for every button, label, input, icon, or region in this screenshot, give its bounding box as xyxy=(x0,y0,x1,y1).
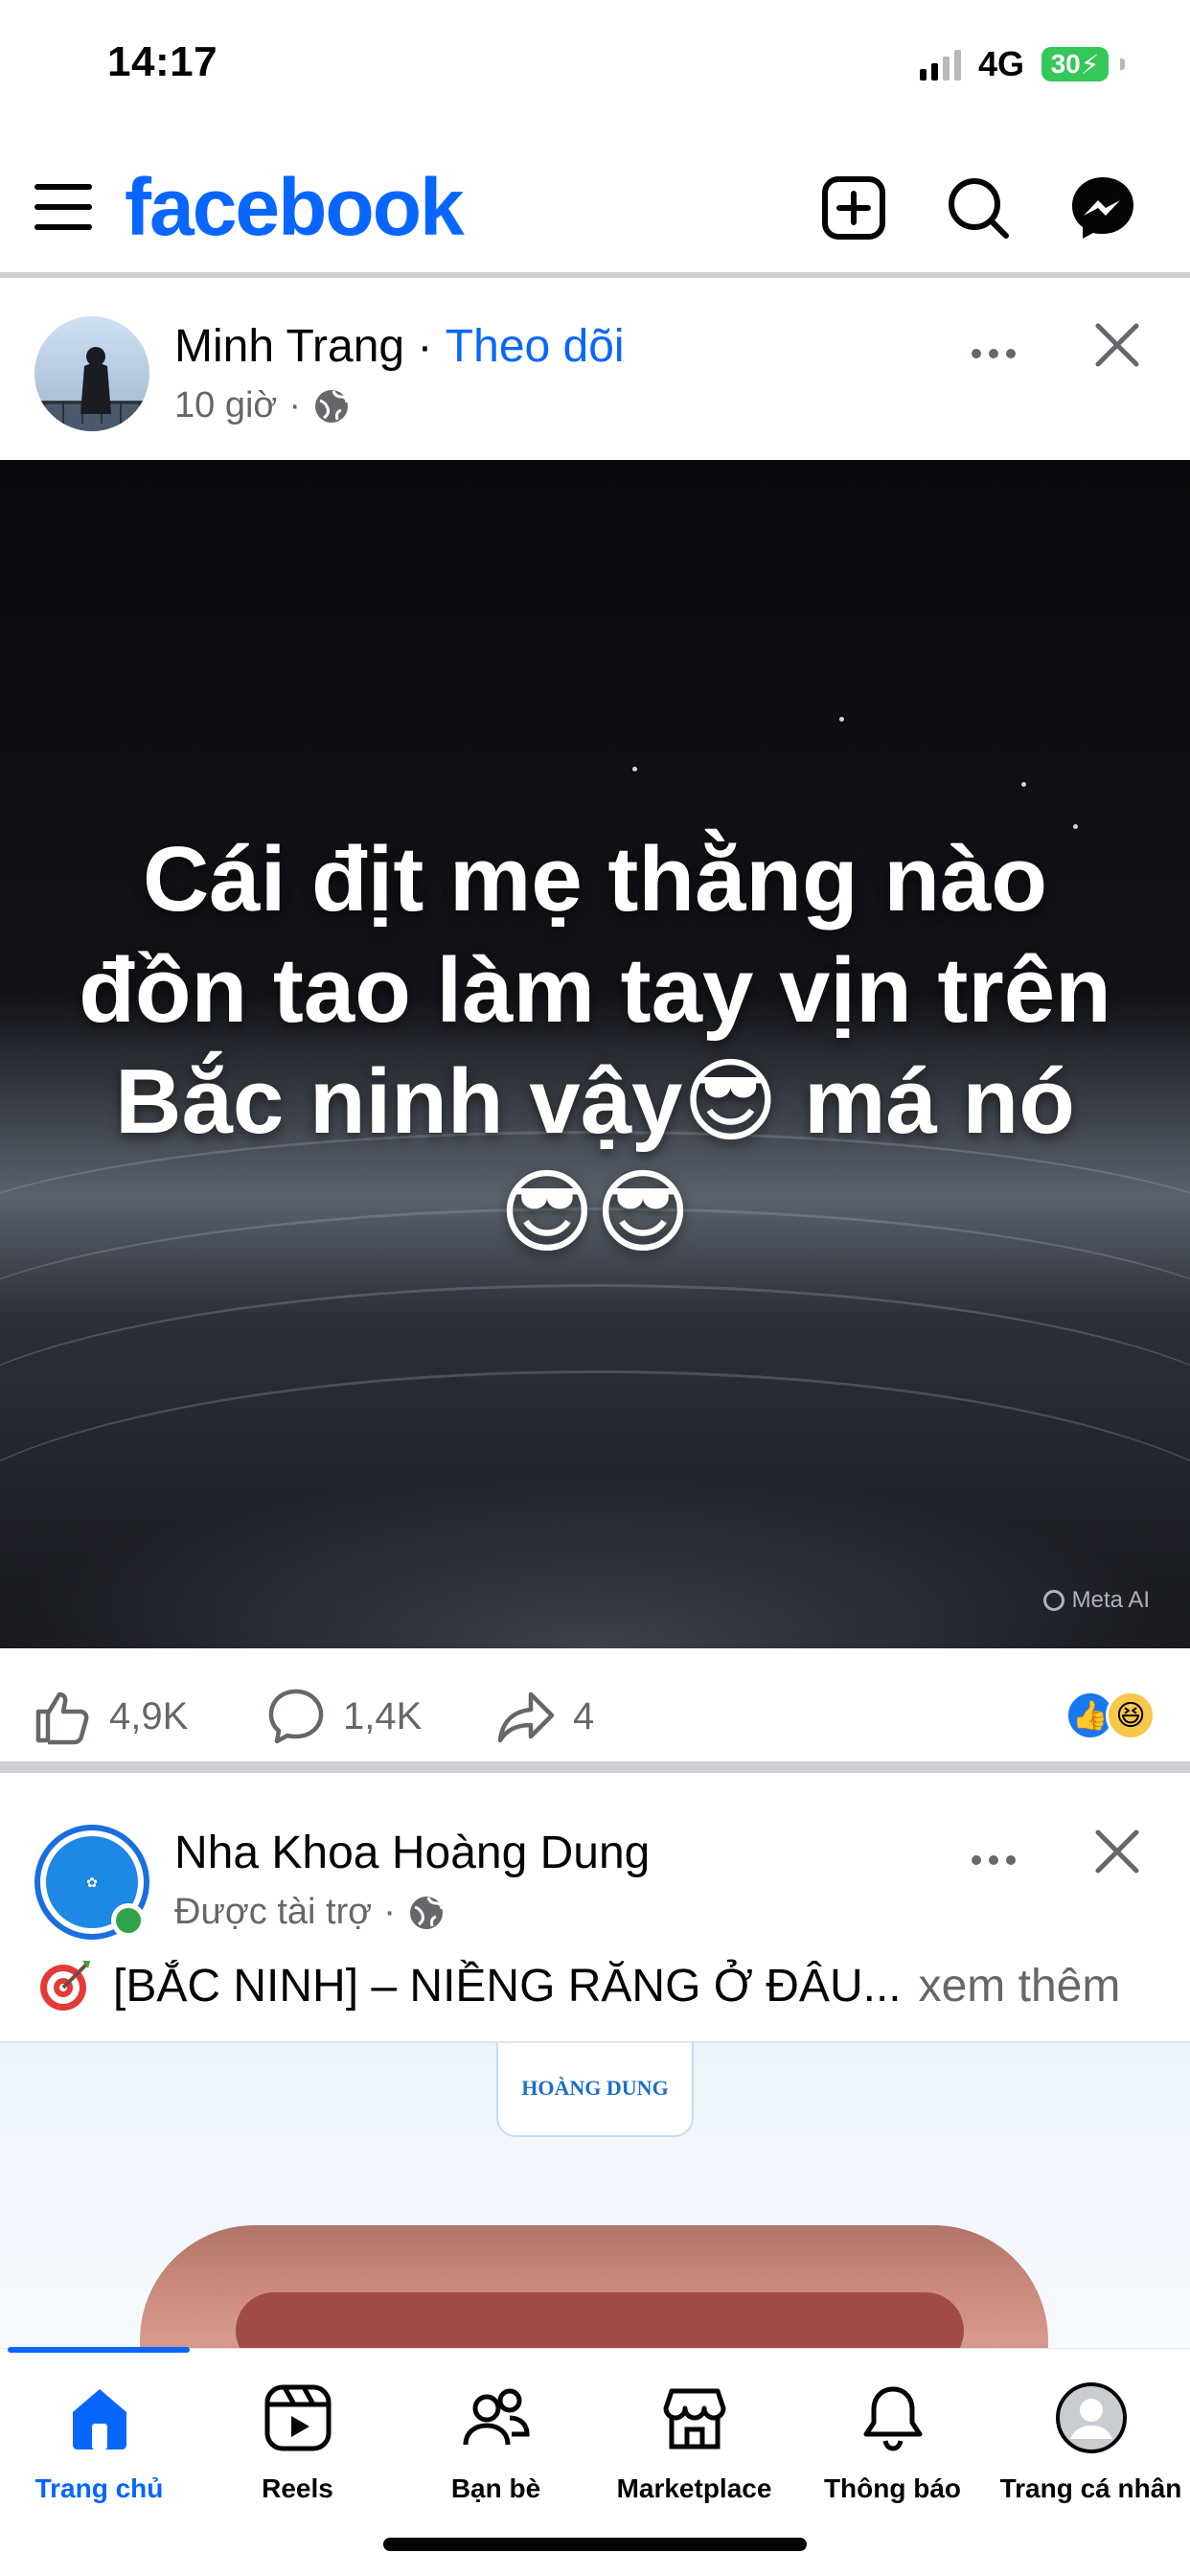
thumbs-up-icon xyxy=(35,1691,89,1745)
meta-ai-label: Meta AI xyxy=(1071,1587,1150,1613)
hide-post-button[interactable] xyxy=(1087,314,1148,376)
facebook-logo[interactable]: facebook xyxy=(125,161,465,254)
ad-author-name[interactable]: Nha Khoa Hoàng Dung xyxy=(174,1828,650,1878)
nav-item-friends[interactable]: Bạn bè xyxy=(397,2381,595,2504)
battery-cap xyxy=(1120,58,1125,70)
search-button[interactable] xyxy=(935,165,1021,251)
status-bar: 14:17 4G 30 ⚡ xyxy=(0,0,1190,134)
share-icon xyxy=(497,1691,555,1743)
see-more-link[interactable]: xem thêm xyxy=(919,1960,1121,2012)
author-avatar[interactable] xyxy=(34,316,149,431)
ad-post-header: ✿ Nha Khoa Hoàng Dung Được tài trợ · xyxy=(0,1790,1190,1963)
nav-item-notifications[interactable]: Thông báo xyxy=(793,2381,992,2504)
comment-icon xyxy=(268,1689,324,1744)
ad-post-meta: Được tài trợ · xyxy=(174,1892,446,1933)
battery-level: 30 xyxy=(1050,49,1081,79)
comment-button[interactable]: 1,4K xyxy=(266,1687,422,1746)
ad-photo-smile xyxy=(140,2225,1048,2348)
nav-label-profile: Trang cá nhân xyxy=(999,2473,1182,2503)
reactions-summary[interactable]: 👍 😆 xyxy=(1065,1690,1156,1740)
sponsored-label[interactable]: Được tài trợ xyxy=(174,1892,372,1933)
online-status-indicator xyxy=(111,1903,146,1938)
ad-caption: [BẮC NINH] – NIỀNG RĂNG Ở ĐÂU... xem thê… xyxy=(34,1955,1120,2016)
author-line: Minh Trang · Theo dõi xyxy=(174,320,625,373)
nav-item-home[interactable]: Trang chủ xyxy=(0,2381,198,2504)
meta-dot: · xyxy=(383,1892,396,1932)
close-icon xyxy=(1095,323,1139,367)
status-time: 14:17 xyxy=(107,38,218,85)
share-button[interactable]: 4 xyxy=(496,1687,594,1746)
home-indicator[interactable] xyxy=(383,2538,807,2551)
battery-icon: 30 ⚡ xyxy=(1041,47,1109,81)
nav-item-marketplace[interactable]: Marketplace xyxy=(595,2381,793,2504)
separator-dot: · xyxy=(417,321,433,372)
ad-brand-logo: HOÀNG DUNG xyxy=(496,2043,694,2137)
messenger-button[interactable] xyxy=(1060,165,1146,251)
haha-reaction-icon: 😆 xyxy=(1106,1690,1156,1740)
reels-icon xyxy=(264,2384,331,2451)
more-options-button[interactable] xyxy=(960,330,1027,378)
network-type: 4G xyxy=(977,44,1024,83)
post-meta: 10 giờ · xyxy=(174,385,351,426)
menu-icon[interactable] xyxy=(34,178,92,236)
share-count: 4 xyxy=(573,1694,595,1737)
home-icon xyxy=(72,2389,126,2450)
ad-caption-text: [BẮC NINH] – NIỀNG RĂNG Ở ĐÂU... xyxy=(113,1960,902,2012)
ad-image[interactable]: HOÀNG DUNG xyxy=(0,2041,1190,2348)
post-time[interactable]: 10 giờ xyxy=(174,385,277,426)
ad-more-options-button[interactable] xyxy=(960,1836,1027,1884)
plus-square-icon xyxy=(822,176,885,240)
search-icon xyxy=(949,178,1009,239)
active-tab-indicator xyxy=(8,2347,190,2353)
app-header: facebook xyxy=(0,144,1190,278)
post-image-text: Cái địt mẹ thằng nào đồn tao làm tay vịn… xyxy=(79,828,1111,1264)
nav-item-profile[interactable]: Trang cá nhân xyxy=(992,2381,1190,2504)
post-actions: 4,9K 1,4K 4 👍 😆 xyxy=(0,1648,1190,1773)
comment-count: 1,4K xyxy=(343,1694,423,1737)
create-post-button[interactable] xyxy=(811,165,897,251)
like-count: 4,9K xyxy=(109,1694,189,1737)
ad-hide-post-button[interactable] xyxy=(1087,1821,1148,1882)
meta-ai-icon xyxy=(1042,1590,1064,1611)
like-button[interactable]: 4,9K xyxy=(33,1687,188,1746)
profile-icon xyxy=(1055,2382,1127,2453)
nav-label-friends: Bạn bè xyxy=(450,2473,541,2503)
messenger-icon xyxy=(1072,177,1133,239)
follow-button[interactable]: Theo dõi xyxy=(446,321,625,372)
bell-icon xyxy=(863,2386,922,2451)
close-icon xyxy=(1095,1829,1139,1874)
post-image[interactable]: Cái địt mẹ thằng nào đồn tao làm tay vịn… xyxy=(0,460,1190,1648)
target-icon xyxy=(40,1961,90,2011)
marketplace-icon xyxy=(663,2388,725,2450)
globe-icon xyxy=(314,389,349,423)
meta-dot: · xyxy=(288,385,301,426)
status-indicators: 4G 30 ⚡ xyxy=(919,44,1125,84)
ad-brand-logo-text: HOÀNG DUNG xyxy=(521,2076,669,2100)
globe-icon xyxy=(409,1896,444,1929)
nav-label-reels: Reels xyxy=(262,2473,333,2503)
nav-item-reels[interactable]: Reels xyxy=(198,2381,397,2504)
signal-icon xyxy=(919,48,961,80)
friends-icon xyxy=(463,2388,530,2446)
ad-author-line: Nha Khoa Hoàng Dung xyxy=(174,1827,650,1879)
nav-label-marketplace: Marketplace xyxy=(616,2473,772,2503)
nav-label-notifications: Thông báo xyxy=(823,2473,962,2503)
nav-label-home: Trang chủ xyxy=(34,2473,164,2503)
author-name[interactable]: Minh Trang xyxy=(174,321,404,372)
meta-ai-watermark: Meta AI xyxy=(1042,1587,1150,1614)
post-header: Minh Trang · Theo dõi 10 giờ · xyxy=(0,284,1190,456)
